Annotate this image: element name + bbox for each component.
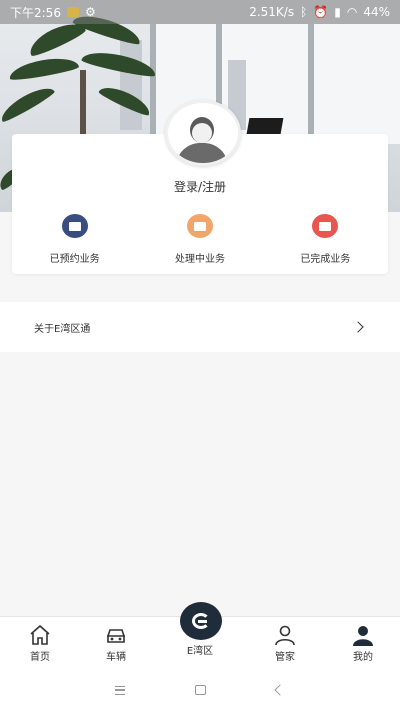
- signal-icon: ▮: [334, 5, 341, 19]
- status-time: 下午2:56: [10, 5, 61, 20]
- processing-doc-icon: [186, 214, 213, 238]
- home-button[interactable]: [190, 680, 210, 700]
- network-speed: 2.51K/s: [249, 5, 295, 19]
- tab-label: 管家: [275, 652, 295, 663]
- menu-icon: [115, 685, 125, 695]
- butler-icon: [273, 624, 297, 646]
- plant-leaf: [0, 81, 56, 124]
- business-status-row: 已预约业务 处理中业务 已完成业务: [12, 214, 388, 265]
- completed-doc-icon: [312, 214, 339, 238]
- business-label: 已预约业务: [49, 254, 100, 265]
- e-logo-icon: [192, 613, 210, 629]
- tab-label: 车辆: [106, 652, 126, 663]
- home-icon: [28, 624, 52, 646]
- tab-mine[interactable]: 我的: [323, 617, 400, 669]
- system-nav-bar: [0, 669, 400, 711]
- tab-butler[interactable]: 管家: [245, 617, 325, 669]
- about-label: 关于E湾区通: [34, 323, 91, 335]
- notification-icon: [66, 7, 79, 17]
- business-completed[interactable]: 已完成业务: [270, 214, 380, 265]
- chevron-right-icon: [352, 321, 364, 333]
- status-bar: 下午2:56 ⚙ 2.51K/s ᛒ ⏰ ▮ ◠ 44%: [0, 0, 400, 24]
- alarm-icon: ⏰: [313, 5, 329, 19]
- e-bay-center-button[interactable]: [180, 602, 222, 640]
- tab-home[interactable]: 首页: [0, 617, 80, 669]
- tab-label: E湾区: [186, 646, 214, 657]
- tab-label: 我的: [353, 652, 373, 663]
- avatar-shoulders: [176, 143, 228, 163]
- back-icon: [274, 684, 286, 696]
- business-processing[interactable]: 处理中业务: [145, 214, 255, 265]
- bluetooth-icon: ᛒ: [300, 5, 308, 19]
- laptop: [246, 118, 284, 134]
- back-button[interactable]: [270, 680, 290, 700]
- wifi-icon: ◠: [346, 5, 358, 19]
- login-register-link[interactable]: 登录/注册: [12, 178, 388, 195]
- car-icon: [104, 624, 128, 646]
- calendar-doc-icon: [61, 214, 88, 238]
- square-icon: [194, 685, 206, 695]
- battery-level: 44%: [363, 5, 390, 19]
- tab-vehicle[interactable]: 车辆: [76, 617, 156, 669]
- avatar-face: [192, 123, 212, 143]
- business-booked[interactable]: 已预约业务: [20, 214, 130, 265]
- building: [120, 40, 142, 130]
- about-row[interactable]: 关于E湾区通: [0, 302, 400, 352]
- tab-label: 首页: [30, 652, 50, 663]
- window-pane: [308, 24, 400, 144]
- business-label: 已完成业务: [300, 254, 351, 265]
- user-icon: [351, 624, 375, 646]
- plant-leaf: [7, 54, 80, 83]
- business-label: 处理中业务: [174, 254, 225, 265]
- menu-button[interactable]: [110, 680, 130, 700]
- settings-icon: ⚙: [84, 5, 96, 19]
- avatar[interactable]: [165, 100, 241, 166]
